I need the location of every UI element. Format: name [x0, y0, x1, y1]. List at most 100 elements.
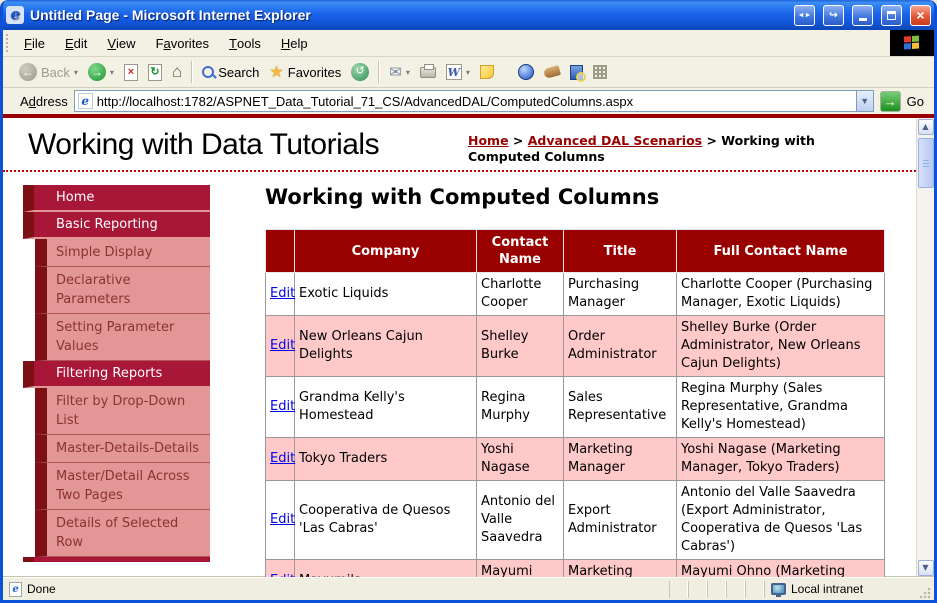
sidebar-item-home[interactable]: Home [23, 185, 210, 212]
sidebar-item-filtering-reports[interactable]: Filtering Reports [23, 361, 210, 388]
print-button[interactable] [415, 60, 441, 85]
scroll-down-button[interactable]: ▼ [917, 560, 934, 576]
menu-help[interactable]: Help [271, 30, 318, 56]
cell-company: Grandma Kelly's Homestead [294, 376, 477, 438]
menu-tools[interactable]: Tools [219, 30, 271, 56]
address-input[interactable]: e http://localhost:1782/ASPNET_Data_Tuto… [73, 90, 874, 112]
mail-button[interactable]: ✉ ▾ [384, 60, 415, 85]
address-bar: Address e http://localhost:1782/ASPNET_D… [3, 88, 934, 114]
status-pane [688, 580, 707, 598]
refresh-button[interactable]: ↻ [143, 60, 167, 85]
scrollbar-thumb[interactable] [917, 138, 934, 188]
edit-link[interactable]: Edit [270, 286, 295, 301]
ie-app-icon: e [6, 6, 24, 24]
table-row: Edit New Orleans Cajun Delights Shelley … [265, 315, 885, 377]
breadcrumb-section-link[interactable]: Advanced DAL Scenarios [528, 133, 702, 148]
resize-grip[interactable] [918, 586, 932, 600]
home-icon: ⌂ [171, 62, 183, 81]
close-button[interactable]: × [910, 4, 931, 26]
scroll-up-button[interactable]: ▲ [917, 119, 934, 135]
edit-with-word-button[interactable]: W ▾ [441, 60, 475, 85]
stop-button[interactable]: × [119, 60, 143, 85]
edit-link[interactable]: Edit [270, 573, 295, 577]
discuss-button[interactable] [475, 60, 499, 85]
menu-file[interactable]: File [14, 30, 55, 56]
cell-full-name: Regina Murphy (Sales Representative, Gra… [676, 376, 885, 438]
search-button[interactable]: Search [197, 60, 264, 85]
cell-company: Cooperativa de Quesos 'Las Cabras' [294, 480, 477, 560]
url-text: http://localhost:1782/ASPNET_Data_Tutori… [96, 93, 634, 109]
go-button[interactable]: → [879, 90, 901, 112]
window-popout-button[interactable]: ↪ [823, 4, 844, 26]
cell-title: Order Administrator [563, 315, 677, 377]
status-page-icon: e [9, 581, 22, 597]
discuss-note-icon [479, 65, 494, 79]
edit-link[interactable]: Edit [270, 512, 295, 527]
research-button[interactable] [565, 60, 588, 85]
status-pane [745, 580, 764, 598]
status-left: e Done [5, 581, 669, 597]
forward-button[interactable]: → ▾ [83, 60, 119, 85]
table-row: Edit Cooperativa de Quesos 'Las Cabras' … [265, 480, 885, 560]
sidebar-item-master-details-details[interactable]: Master-Details-Details [35, 435, 210, 463]
menu-view[interactable]: View [97, 30, 145, 56]
minimize-button[interactable] [852, 4, 873, 26]
stop-icon: × [123, 63, 138, 81]
cell-contact: Antonio del Valle Saavedra [476, 480, 564, 560]
address-dropdown-button[interactable]: ▼ [855, 91, 873, 111]
edit-link[interactable]: Edit [270, 451, 295, 466]
addon-button[interactable] [539, 60, 565, 85]
cell-company: Exotic Liquids [294, 272, 477, 316]
maximize-button[interactable] [881, 4, 902, 26]
back-button[interactable]: ← Back ▾ [14, 60, 83, 85]
address-label: Address [20, 93, 68, 109]
refresh-icon: ↻ [147, 63, 162, 81]
edit-link[interactable]: Edit [270, 399, 295, 414]
sidebar-item-setting-parameter-values[interactable]: Setting Parameter Values [35, 314, 210, 361]
edit-link[interactable]: Edit [270, 338, 295, 353]
page-header: Working with Data Tutorials Home > Advan… [3, 118, 916, 170]
sidebar-item-details-of-selected-row[interactable]: Details of Selected Row [35, 510, 210, 557]
cell-company: New Orleans Cajun Delights [294, 315, 477, 377]
snippet-icon [592, 65, 607, 79]
messenger-icon [517, 64, 534, 80]
snippet-button[interactable] [588, 60, 612, 85]
status-bar: e Done Local intranet [3, 577, 934, 600]
print-icon [419, 63, 436, 78]
messenger-button[interactable] [513, 60, 539, 85]
menu-drag-handle[interactable] [6, 34, 11, 52]
sidebar-item-clipped[interactable] [23, 557, 210, 562]
word-dropdown-icon: ▾ [465, 67, 470, 77]
research-icon [569, 64, 586, 82]
go-label[interactable]: Go [907, 94, 930, 109]
cell-title: Purchasing Manager [563, 272, 677, 316]
cell-title: Sales Representative [563, 376, 677, 438]
menu-edit[interactable]: Edit [55, 30, 97, 56]
cell-full-name: Yoshi Nagase (Marketing Manager, Tokyo T… [676, 437, 885, 481]
minimize-icon [858, 17, 867, 21]
suppliers-gridview: Company Contact Name Title Full Contact … [265, 229, 885, 577]
favorites-button[interactable]: ★ Favorites [264, 60, 346, 85]
sidebar-item-filter-by-dropdown-list[interactable]: Filter by Drop-Down List [35, 388, 210, 435]
breadcrumb-home-link[interactable]: Home [468, 133, 509, 148]
home-button[interactable]: ⌂ [167, 60, 187, 85]
history-button[interactable]: ↺ [346, 60, 374, 85]
col-header-contact-name: Contact Name [476, 229, 564, 273]
table-row: Edit Mayumi's Mayumi Ohno Marketing Repr… [265, 559, 885, 577]
windows-logo [890, 30, 934, 56]
cell-full-name: Charlotte Cooper (Purchasing Manager, Ex… [676, 272, 885, 316]
forward-dropdown-icon: ▾ [109, 67, 114, 77]
menu-favorites[interactable]: Fa vorites [146, 30, 219, 56]
toolbar-separator [378, 61, 381, 83]
status-pane [726, 580, 745, 598]
cell-contact: Charlotte Cooper [476, 272, 564, 316]
cell-contact: Yoshi Nagase [476, 437, 564, 481]
cell-company: Mayumi's [294, 559, 477, 577]
back-dropdown-icon: ▾ [73, 67, 78, 77]
menu-bar: File Edit View Fa vorites Tools Help [3, 30, 934, 57]
window-arrows-button[interactable]: ◄► [794, 4, 815, 26]
sidebar-item-simple-display[interactable]: Simple Display [35, 239, 210, 267]
sidebar-item-basic-reporting[interactable]: Basic Reporting [23, 212, 210, 239]
sidebar-item-master-detail-across-two-pages[interactable]: Master/Detail Across Two Pages [35, 463, 210, 510]
sidebar-item-declarative-parameters[interactable]: Declarative Parameters [35, 267, 210, 314]
